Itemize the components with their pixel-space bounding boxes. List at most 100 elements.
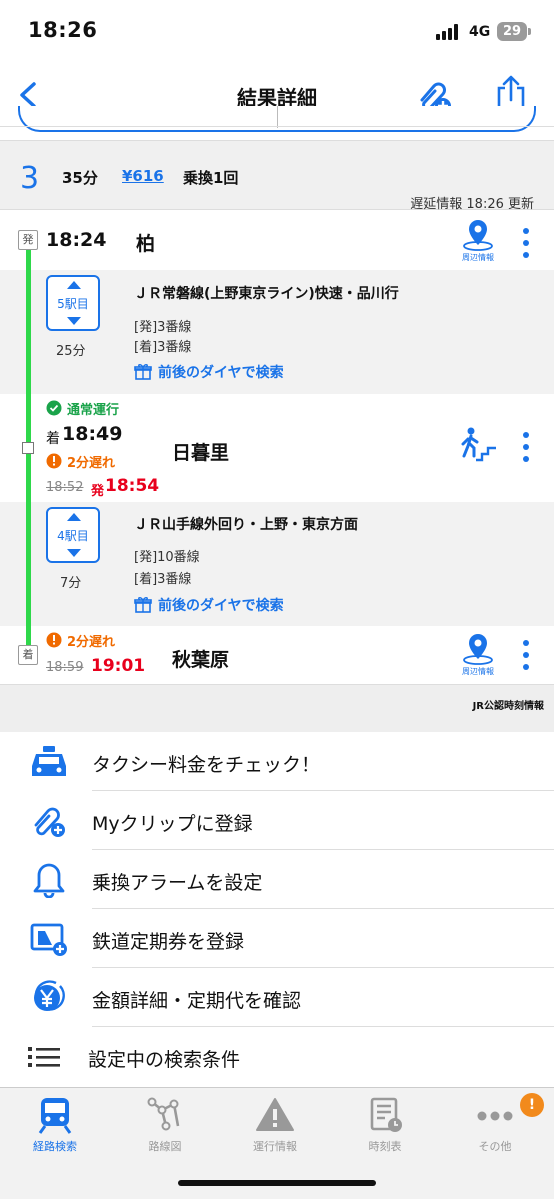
stop-count: 5駅目 — [57, 297, 89, 311]
warning-circle-icon — [46, 632, 62, 648]
transfer-station[interactable]: 日暮里 — [172, 438, 229, 465]
segmented-control-remnant[interactable] — [18, 106, 536, 132]
arrival-prefix: 着 — [46, 431, 60, 447]
departure-station[interactable]: 柏 — [136, 229, 155, 256]
segment-minutes: 7分 — [60, 576, 82, 591]
departure-prefix: 発 — [91, 484, 105, 499]
walk-stairs-icon[interactable] — [458, 426, 498, 464]
menu-fare-detail[interactable]: 金額詳細・定期代を確認 — [0, 968, 554, 1027]
pass-card-icon — [30, 923, 67, 956]
menu-label: 金額詳細・定期代を確認 — [92, 990, 302, 1012]
delay-notice: 2分遅れ — [67, 635, 116, 650]
gift-icon — [134, 597, 152, 613]
route-summary: 3 35分 ¥616 乗換1回 遅延情報 18:26 更新 — [0, 140, 554, 212]
menu-my-clip[interactable]: Myクリップに登録 — [0, 791, 554, 850]
tab-route-map[interactable]: 路線図 — [110, 1088, 220, 1158]
nearby-info-button[interactable]: 周辺情報 — [456, 632, 500, 676]
divider — [0, 126, 554, 127]
more-icon[interactable] — [522, 228, 530, 258]
tab-route-search[interactable]: 経路検索 — [0, 1088, 110, 1158]
warning-circle-icon — [46, 453, 62, 469]
arrival-badge: 着 — [18, 645, 38, 665]
stop-count: 4駅目 — [57, 529, 89, 543]
tab-label: 時刻表 — [368, 1140, 402, 1153]
menu-label: タクシー料金をチェック！ — [92, 754, 321, 776]
departure-time: 18:24 — [46, 229, 107, 251]
chevron-up-icon — [67, 281, 81, 289]
stop-count-box[interactable]: 5駅目 — [46, 275, 100, 331]
tab-timetable[interactable]: 時刻表 — [330, 1088, 440, 1158]
signal-icon — [436, 24, 462, 40]
line-name: ＪＲ常磐線(上野東京ライン)快速・品川行 — [134, 286, 399, 302]
delay-updated: 遅延情報 18:26 更新 — [410, 197, 534, 212]
new-arrival-time: 19:01 — [91, 656, 146, 676]
menu-label: 設定中の検索条件 — [88, 1049, 241, 1071]
nearby-info-label: 周辺情報 — [462, 253, 494, 262]
fare-link[interactable]: ¥616 — [122, 167, 164, 185]
route-index: 3 — [20, 161, 40, 196]
menu-label: 鉄道定期券を登録 — [92, 931, 245, 953]
route-detail: 発 18:24 柏 周辺情報 5駅目 25分 ＪＲ常磐線(上野東京ライン)快速・… — [0, 212, 554, 684]
taxi-icon — [32, 746, 66, 776]
arrival-track: [着]3番線 — [134, 572, 192, 587]
nearby-info-label: 周辺情報 — [462, 667, 494, 676]
gift-icon — [134, 364, 152, 380]
list-icon — [28, 1047, 60, 1067]
more-icon[interactable] — [522, 432, 530, 462]
warning-icon — [256, 1098, 294, 1131]
clip-add-icon — [34, 807, 65, 837]
menu-commuter-pass[interactable]: 鉄道定期券を登録 — [0, 909, 554, 968]
stop-marker — [22, 442, 34, 454]
status-time: 18:26 — [28, 18, 98, 42]
arrival-track: [着]3番線 — [134, 340, 192, 355]
check-circle-icon — [46, 400, 62, 416]
search-link-label: 前後のダイヤで検索 — [158, 365, 284, 381]
segment-minutes: 25分 — [56, 344, 86, 359]
battery-icon: 29 — [497, 22, 531, 41]
departure-badge: 発 — [18, 230, 38, 250]
arrival-station[interactable]: 秋葉原 — [172, 645, 229, 672]
menu-taxi[interactable]: タクシー料金をチェック！ — [0, 732, 554, 791]
tab-service-info[interactable]: 運行情報 — [220, 1088, 330, 1158]
departure-track: [発]10番線 — [134, 550, 200, 565]
new-departure-time: 18:54 — [105, 476, 160, 496]
tab-other[interactable]: ! その他 — [440, 1088, 550, 1158]
chevron-down-icon — [67, 549, 81, 557]
yen-icon — [34, 980, 65, 1011]
location-pin-icon — [463, 220, 493, 251]
bell-icon — [33, 863, 65, 898]
tab-label: 運行情報 — [253, 1140, 297, 1153]
status-bar: 18:26 4G 29 — [0, 0, 554, 66]
tab-label: 経路検索 — [33, 1140, 77, 1153]
menu-search-conditions[interactable]: 設定中の検索条件 — [0, 1027, 554, 1086]
notification-badge: ! — [520, 1093, 544, 1117]
delay-notice: 2分遅れ — [67, 456, 116, 471]
search-link-label: 前後のダイヤで検索 — [158, 598, 284, 614]
home-indicator — [178, 1180, 376, 1186]
nearby-info-button[interactable]: 周辺情報 — [456, 218, 500, 262]
more-icon[interactable] — [522, 640, 530, 670]
train-icon — [38, 1098, 72, 1134]
location-pin-icon — [463, 634, 493, 665]
menu-label: 乗換アラームを設定 — [92, 872, 263, 894]
timetable-icon — [370, 1097, 402, 1132]
operation-status: 通常運行 — [67, 403, 120, 418]
departure-track: [発]3番線 — [134, 320, 192, 335]
route-duration: 35分 — [62, 169, 98, 187]
original-arrival-time: 18:59 — [46, 660, 84, 675]
credit-bar: JR公認時刻情報 — [0, 684, 554, 732]
tab-label: その他 — [478, 1140, 512, 1153]
chevron-down-icon — [67, 317, 81, 325]
more-horizontal-icon — [477, 1111, 513, 1121]
tab-label: 路線図 — [148, 1140, 182, 1153]
route-map-icon — [147, 1097, 180, 1131]
chevron-up-icon — [67, 513, 81, 521]
network-type: 4G — [469, 24, 491, 40]
stop-count-box[interactable]: 4駅目 — [46, 507, 100, 563]
transfer-arrival-time: 18:49 — [62, 423, 123, 445]
menu-label: Myクリップに登録 — [92, 813, 253, 835]
original-departure-time: 18:52 — [46, 480, 84, 495]
menu-transfer-alarm[interactable]: 乗換アラームを設定 — [0, 850, 554, 909]
transfer-count: 乗換1回 — [183, 169, 239, 187]
line-name: ＪＲ山手線外回り・上野・東京方面 — [134, 517, 358, 533]
